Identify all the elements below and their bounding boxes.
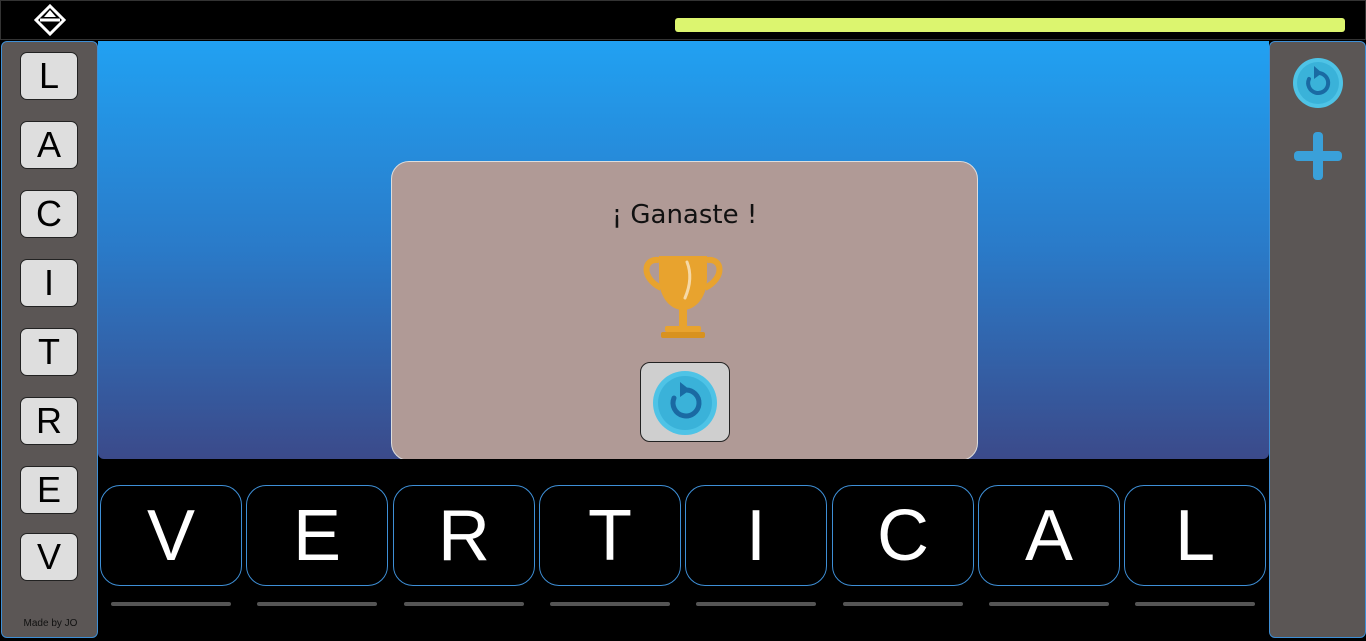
plus-icon <box>1294 132 1342 180</box>
credit-text: Made by JO <box>23 618 78 629</box>
restart-icon <box>653 371 717 435</box>
answer-slot[interactable]: T <box>539 485 681 586</box>
win-message: ¡ Ganaste ! <box>611 200 758 230</box>
letter-tray: L A C I T R E V Made by JO <box>1 41 98 638</box>
slot-underline <box>550 602 670 606</box>
letter-tile[interactable]: I <box>20 259 78 307</box>
restart-button[interactable] <box>1292 57 1344 109</box>
letter-tile[interactable]: C <box>20 190 78 238</box>
replay-button[interactable] <box>640 362 730 442</box>
letter-tile[interactable]: R <box>20 397 78 445</box>
diamond-arrows-icon[interactable] <box>34 4 66 36</box>
slot-underline <box>843 602 963 606</box>
add-button[interactable] <box>1292 130 1344 182</box>
letter-tile[interactable]: T <box>20 328 78 376</box>
letter-tile[interactable]: A <box>20 121 78 169</box>
letter-tile[interactable]: E <box>20 466 78 514</box>
slot-underline <box>111 602 231 606</box>
slot-underline <box>404 602 524 606</box>
slot-underline <box>257 602 377 606</box>
answer-slot[interactable]: A <box>978 485 1120 586</box>
right-toolbar <box>1269 41 1366 638</box>
letter-tile[interactable]: V <box>20 533 78 581</box>
answer-slot[interactable]: C <box>832 485 974 586</box>
answer-slot[interactable]: R <box>393 485 535 586</box>
progress-fill <box>675 18 1345 32</box>
answer-row: V E R T I C A L <box>98 459 1269 638</box>
answer-slot[interactable]: I <box>685 485 827 586</box>
slot-underline <box>1135 602 1255 606</box>
slot-underline <box>696 602 816 606</box>
restart-icon <box>1293 58 1343 108</box>
answer-slot[interactable]: E <box>246 485 388 586</box>
progress-bar <box>675 18 1345 32</box>
trophy-icon <box>643 256 723 338</box>
answer-slot[interactable]: L <box>1124 485 1266 586</box>
win-modal: ¡ Ganaste ! <box>391 161 978 461</box>
answer-slot[interactable]: V <box>100 485 242 586</box>
top-bar <box>0 0 1366 40</box>
slot-underline <box>989 602 1109 606</box>
letter-tile[interactable]: L <box>20 52 78 100</box>
